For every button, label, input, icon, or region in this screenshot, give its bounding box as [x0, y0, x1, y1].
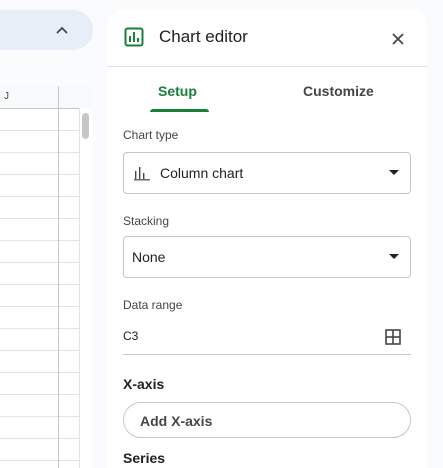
- grid-row-line: [0, 350, 79, 351]
- grid-row-line: [0, 196, 79, 197]
- grid-row-line: [0, 460, 79, 461]
- grid-row-line: [0, 372, 79, 373]
- column-chart-icon: [134, 167, 150, 181]
- grid-row-line: [0, 438, 79, 439]
- column-header[interactable]: J: [0, 86, 91, 109]
- toolbar-collapse-bar: [0, 10, 93, 50]
- app-root: J Chart editor Setup Customize Chart typ…: [0, 0, 443, 468]
- add-x-axis-button[interactable]: Add X-axis: [123, 402, 411, 438]
- chart-type-value: Column chart: [160, 165, 244, 181]
- grid-row-line: [0, 328, 79, 329]
- close-button[interactable]: [389, 30, 407, 48]
- add-x-axis-label: Add X-axis: [140, 413, 213, 429]
- close-icon: [392, 33, 404, 45]
- chevron-up-icon: [56, 26, 68, 34]
- tab-setup[interactable]: Setup: [158, 83, 197, 99]
- chart-type-label: Chart type: [123, 128, 179, 142]
- stacking-dropdown[interactable]: None: [123, 236, 411, 278]
- grid-row-line: [0, 306, 79, 307]
- tab-customize[interactable]: Customize: [303, 83, 374, 99]
- grid-row-line: [0, 284, 79, 285]
- grid-row-line: [0, 174, 79, 175]
- chart-type-dropdown[interactable]: Column chart: [123, 152, 411, 194]
- stacking-value: None: [132, 249, 166, 265]
- grid-row-line: [0, 152, 79, 153]
- grid-row-line: [0, 240, 79, 241]
- data-range-label: Data range: [123, 298, 183, 312]
- vertical-scrollbar[interactable]: [79, 108, 92, 468]
- spreadsheet-grid[interactable]: J: [0, 86, 92, 468]
- active-tab-indicator: [150, 109, 209, 112]
- stacking-label: Stacking: [123, 214, 170, 228]
- column-divider: [58, 86, 59, 468]
- chart-icon: [124, 27, 144, 47]
- grid-row-line: [0, 262, 79, 263]
- grid-row-line: [0, 394, 79, 395]
- scrollbar-thumb[interactable]: [82, 113, 89, 139]
- data-range-value: C3: [123, 329, 139, 343]
- caret-down-icon: [389, 170, 399, 175]
- series-heading: Series: [123, 450, 166, 466]
- grid-row-line: [0, 416, 79, 417]
- grid-row-line: [0, 218, 79, 219]
- x-axis-heading: X-axis: [123, 376, 165, 392]
- caret-down-icon: [389, 254, 399, 259]
- column-header-label: J: [4, 91, 9, 102]
- collapse-toolbar-button[interactable]: [50, 20, 74, 40]
- panel-header: Chart editor: [107, 10, 427, 67]
- grid-icon[interactable]: [385, 329, 401, 345]
- chart-editor-panel: Chart editor Setup Customize Chart type …: [107, 10, 427, 468]
- grid-row-line: [0, 130, 79, 131]
- data-range-field[interactable]: C3: [123, 322, 411, 355]
- editor-tabs: Setup Customize: [107, 78, 427, 112]
- panel-title: Chart editor: [159, 27, 248, 46]
